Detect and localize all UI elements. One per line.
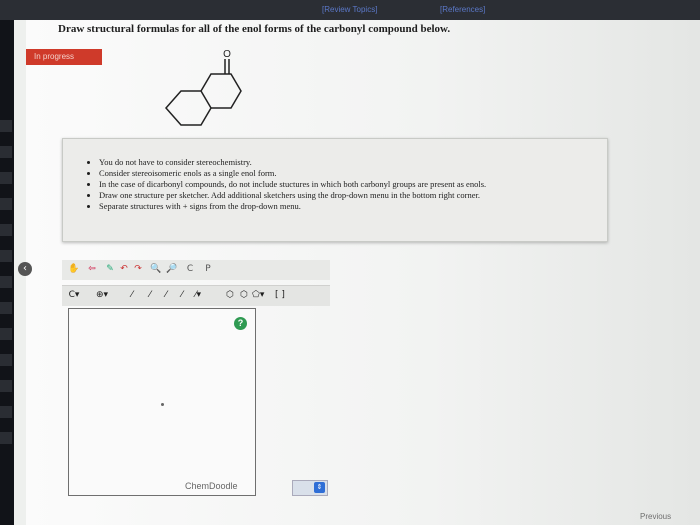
instruction-item: You do not have to consider stereochemis… <box>99 157 607 168</box>
strip-segment <box>0 432 12 444</box>
previous-link[interactable]: Previous <box>640 512 671 521</box>
instruction-item: Consider stereoisomeric enols as a singl… <box>99 168 607 179</box>
chemdoodle-watermark: ChemDoodle <box>185 481 238 491</box>
top-bar: [Review Topics] [References] <box>0 0 700 20</box>
strip-segment <box>0 302 12 314</box>
instructions-box: You do not have to consider stereochemis… <box>62 138 608 242</box>
strip-segment <box>0 120 12 132</box>
back-arrow-button[interactable]: ‹ <box>18 262 32 276</box>
instruction-item: Draw one structure per sketcher. Add add… <box>99 190 607 201</box>
strip-segment <box>0 328 12 340</box>
structure-image: O <box>164 49 242 126</box>
review-topics-link[interactable]: [Review Topics] <box>322 5 377 14</box>
strip-segment <box>0 406 12 418</box>
strip-segment <box>0 250 12 262</box>
status-badge: In progress <box>26 49 102 65</box>
canvas-dot <box>161 403 164 406</box>
strip-segment <box>0 146 12 158</box>
strip-segment <box>0 354 12 366</box>
chemdoodle-canvas[interactable]: ? ChemDoodle <box>68 308 256 496</box>
references-link[interactable]: [References] <box>440 5 485 14</box>
strip-segment <box>0 172 12 184</box>
help-icon[interactable]: ? <box>234 317 247 330</box>
sketcher-toolbar-bottom: C▾ ⊕▾ ⁄ ⁄ ⁄ ⁄ ⁄▾ ⬡ ⬡ ⬠▾ [ ] <box>62 285 330 306</box>
strip-segment <box>0 380 12 392</box>
strip-segment <box>0 224 12 236</box>
dropdown-arrow-icon[interactable]: ⇕ <box>314 482 325 493</box>
question-text: Draw structural formulas for all of the … <box>58 23 451 35</box>
ring-right-bonds <box>200 73 242 109</box>
oxygen-label: O <box>223 49 231 60</box>
sketcher-dropdown[interactable]: ⇕ <box>292 480 328 496</box>
left-edge-strip <box>0 20 14 525</box>
instruction-item: In the case of dicarbonyl compounds, do … <box>99 179 607 190</box>
sketcher-toolbar-top: ✋ ⇦ ✎ ↶ ↷ 🔍 🔎 C P <box>62 260 330 280</box>
strip-segment <box>0 198 12 210</box>
ring-left <box>164 90 212 126</box>
strip-segment <box>0 276 12 288</box>
instruction-item: Separate structures with + signs from th… <box>99 201 607 212</box>
